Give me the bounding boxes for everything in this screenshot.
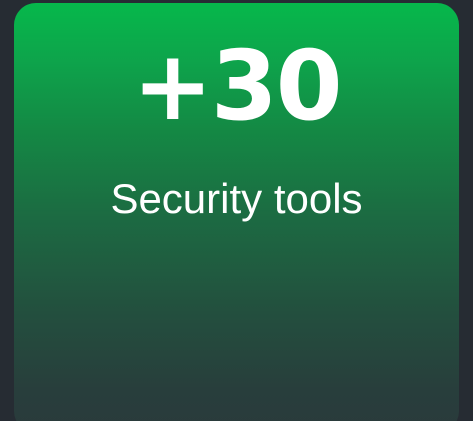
stat-value: +30 <box>132 30 342 142</box>
stat-label: Security tools <box>110 175 363 222</box>
stat-card: +30 Security tools <box>14 3 459 421</box>
page: +30 Security tools <box>0 0 473 421</box>
